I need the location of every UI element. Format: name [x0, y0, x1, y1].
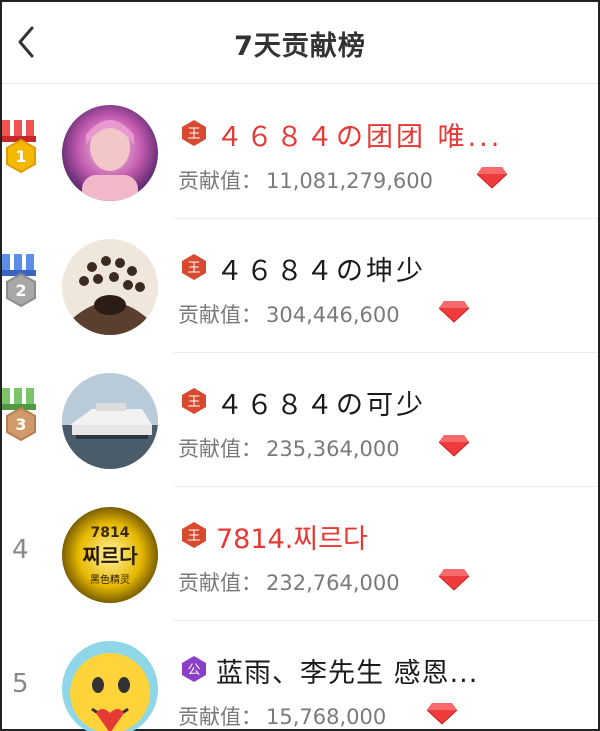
user-photo	[62, 239, 158, 335]
diamond-icon	[438, 569, 470, 591]
top-bar: 7天贡献榜	[2, 2, 598, 84]
level-badge-icon: 王	[182, 120, 206, 146]
page-title: 7天贡献榜	[234, 31, 366, 62]
diamond-icon	[438, 301, 470, 323]
avatar[interactable]: 7814 찌르다 黑色精灵	[62, 507, 158, 603]
user-photo	[62, 105, 158, 201]
rank-number: 5	[12, 669, 29, 699]
avatar[interactable]	[62, 105, 158, 201]
level-badge-text: 王	[187, 395, 200, 410]
user-photo: 7814 찌르다 黑色精灵	[62, 507, 158, 603]
contribution-value: 11,081,279,600	[266, 169, 433, 193]
diamond-icon	[438, 435, 470, 457]
ranking-row-3[interactable]: 3 王 ４６８４の可少 贡献值： 235,364,000	[2, 353, 598, 487]
contribution-value: 235,364,000	[266, 437, 400, 461]
ranking-row-1[interactable]: 1 王 ４６８４の团团 唯... 贡献值： 11,081,279,600	[2, 85, 598, 219]
contribution-text: 贡献值： 15,768,000	[178, 701, 386, 731]
level-badge-icon: 王	[182, 522, 206, 548]
bronze-medal-icon: 3	[2, 388, 36, 442]
contribution-text: 贡献值： 235,364,000	[178, 433, 400, 463]
medal-rank-number: 3	[15, 415, 26, 434]
contribution-label: 贡献值：	[178, 169, 262, 193]
contribution-text: 贡献值： 232,764,000	[178, 567, 400, 597]
user-name: 7814.찌르다	[216, 524, 368, 555]
ranking-row-2[interactable]: 2 王 ４６８４の坤少 贡献值： 304,446,600	[2, 219, 598, 353]
user-name: 蓝雨、李先生 感恩...	[216, 658, 479, 689]
gold-medal-icon: 1	[2, 120, 36, 174]
contribution-text: 贡献值： 304,446,600	[178, 299, 400, 329]
medal-rank-number: 1	[15, 147, 26, 166]
diamond-icon	[426, 703, 458, 725]
avatar-text-line3: 黑色精灵	[90, 573, 130, 586]
contribution-text: 贡献值： 11,081,279,600	[178, 165, 433, 195]
avatar[interactable]	[62, 373, 158, 469]
silver-medal-icon: 2	[2, 254, 36, 308]
avatar[interactable]	[62, 641, 158, 731]
medal-rank-number: 2	[15, 281, 26, 300]
rank-number: 4	[12, 535, 29, 565]
level-badge-text: 王	[187, 127, 200, 142]
ranking-row-4[interactable]: 4 7814 찌르다 黑色精灵 王 7814.찌르다 贡献值： 232,764,…	[2, 487, 598, 621]
level-badge-text: 王	[187, 529, 200, 544]
user-name: ４６８４の可少	[216, 390, 426, 421]
contribution-label: 贡献值：	[178, 303, 262, 327]
diamond-icon	[476, 167, 508, 189]
level-badge-icon: 王	[182, 254, 206, 280]
user-name: ４６８４の坤少	[216, 256, 426, 287]
user-photo	[62, 373, 158, 469]
level-badge-text: 王	[187, 261, 200, 276]
level-badge-icon: 公	[182, 656, 206, 682]
ranking-row-5[interactable]: 5 公 蓝雨、李先生 感恩... 贡献值： 15,768,000	[2, 621, 598, 731]
avatar-text-line2: 찌르다	[82, 544, 138, 568]
ranking-list: 1 王 ４６８４の团团 唯... 贡献值： 11,081,279,600 2 王…	[2, 85, 598, 731]
level-badge-text: 公	[187, 663, 200, 678]
user-name: ４６８４の团团 唯...	[216, 122, 503, 153]
contribution-value: 232,764,000	[266, 571, 400, 595]
contribution-value: 304,446,600	[266, 303, 400, 327]
avatar-text-line1: 7814	[91, 525, 130, 541]
user-photo	[62, 641, 158, 731]
contribution-label: 贡献值：	[178, 571, 262, 595]
level-badge-icon: 王	[182, 388, 206, 414]
avatar[interactable]	[62, 239, 158, 335]
contribution-label: 贡献值：	[178, 437, 262, 461]
contribution-label: 贡献值：	[178, 705, 262, 729]
contribution-value: 15,768,000	[266, 705, 387, 729]
